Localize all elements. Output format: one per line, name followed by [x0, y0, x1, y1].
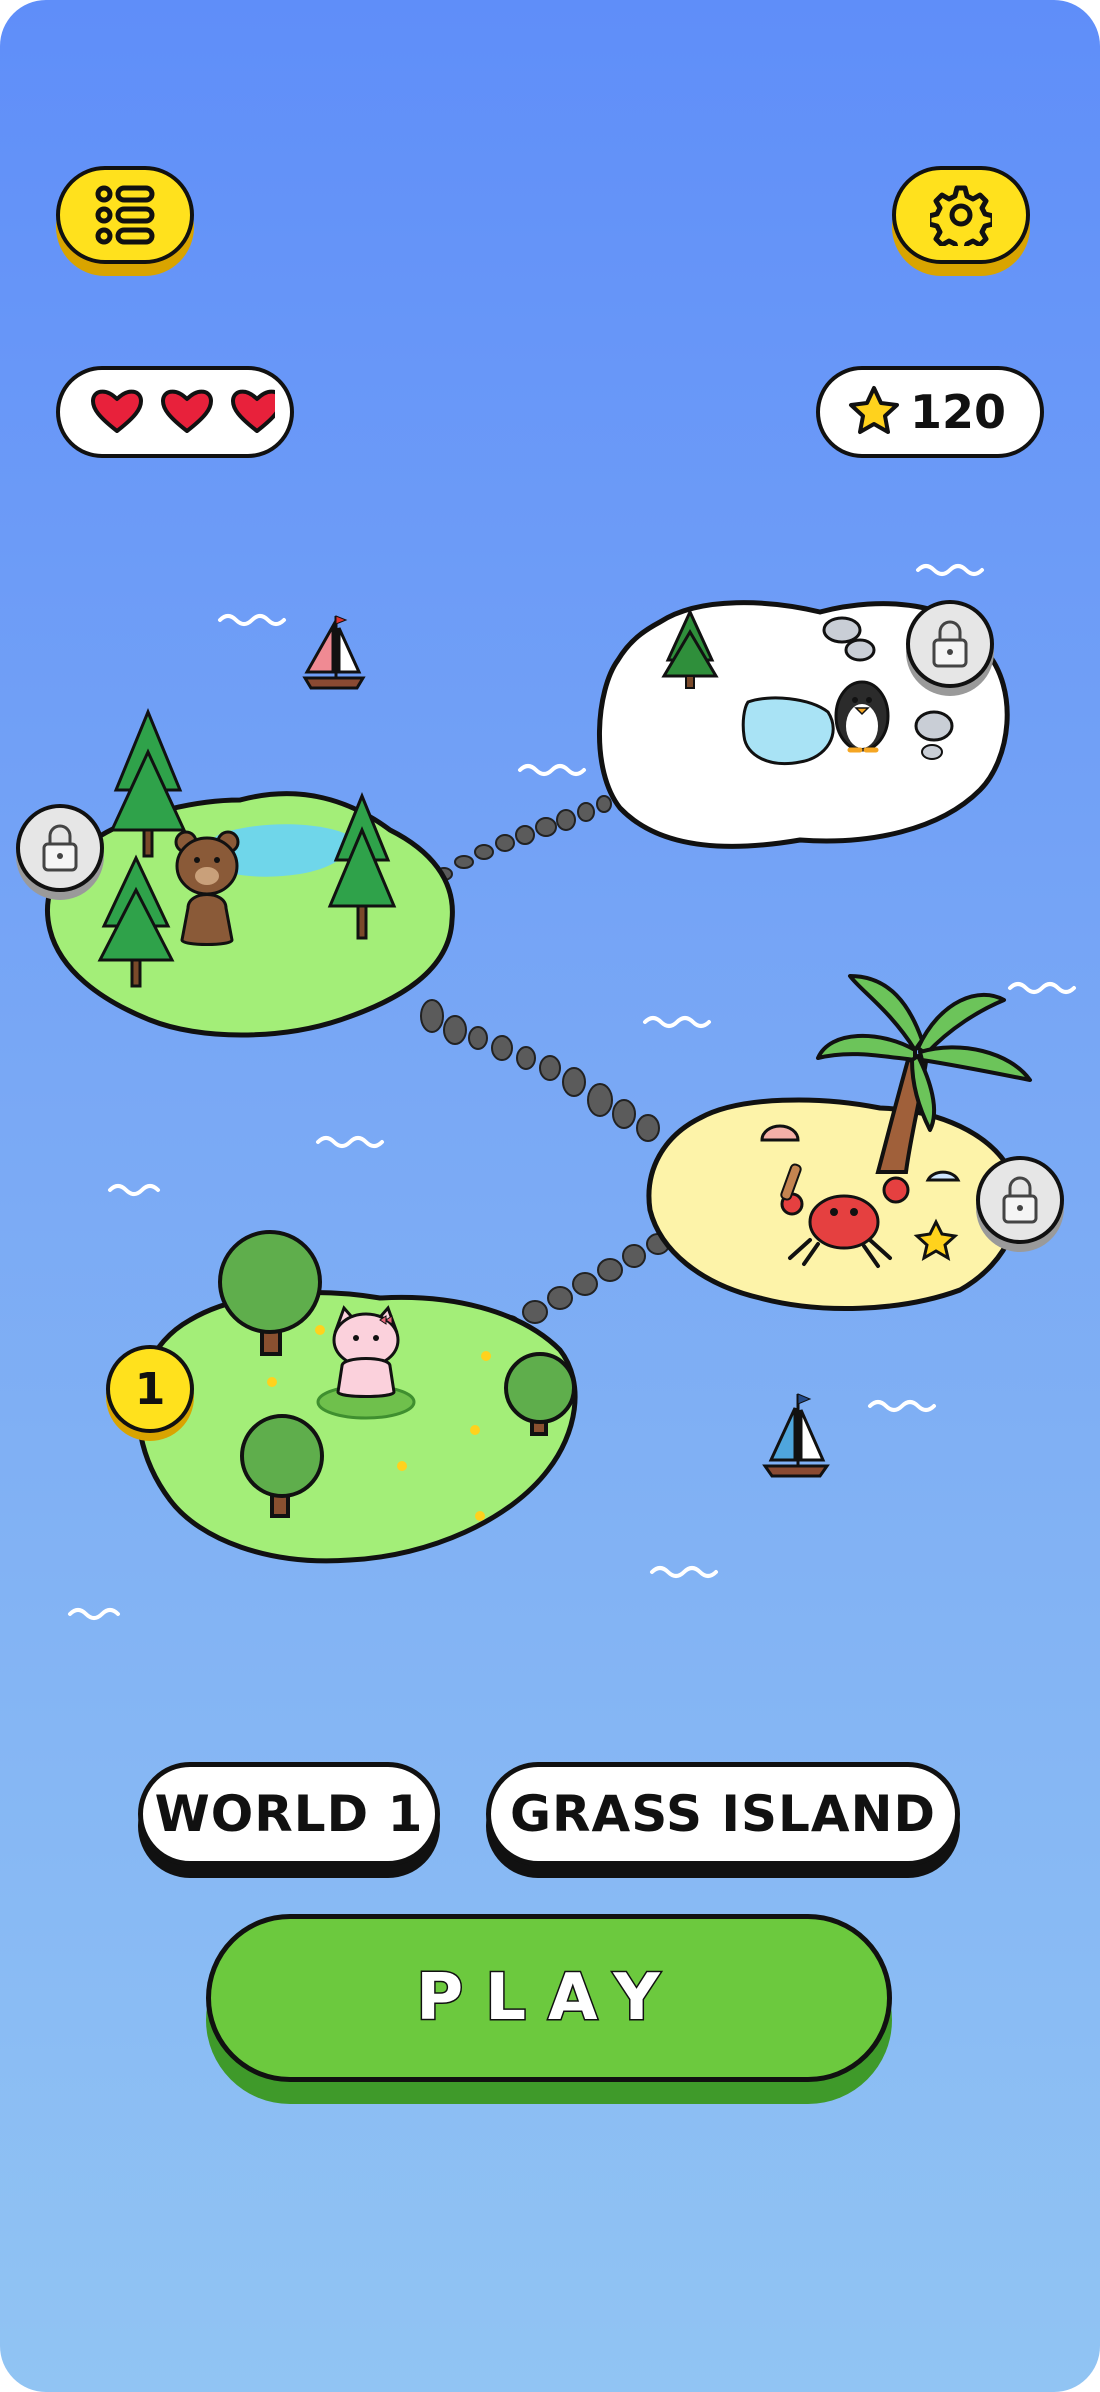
sailboat-icon	[762, 1393, 830, 1478]
path-dots	[420, 795, 712, 1341]
world-number-label: WORLD 1	[138, 1762, 440, 1866]
level-badge-current[interactable]: 1	[106, 1345, 194, 1433]
locked-level-badge[interactable]	[976, 1156, 1064, 1244]
lock-icon	[42, 824, 78, 872]
grass-island[interactable]	[135, 1230, 578, 1564]
cat-character	[332, 1305, 400, 1398]
locked-level-badge[interactable]	[16, 804, 104, 892]
lock-icon	[1002, 1176, 1038, 1224]
play-button-label: PLAY	[415, 1960, 682, 2037]
penguin-character	[834, 680, 890, 753]
sailboat-icon	[302, 615, 366, 690]
play-button[interactable]: PLAY	[206, 1914, 892, 2082]
world-name-label: GRASS ISLAND	[486, 1762, 960, 1866]
game-screen: 120 1 WORLD 1 GRASS ISLAND PLAY	[0, 0, 1100, 2392]
world-map	[44, 564, 1076, 1620]
forest-island	[44, 708, 455, 1038]
locked-level-badge[interactable]	[906, 600, 994, 688]
lock-icon	[932, 620, 968, 668]
